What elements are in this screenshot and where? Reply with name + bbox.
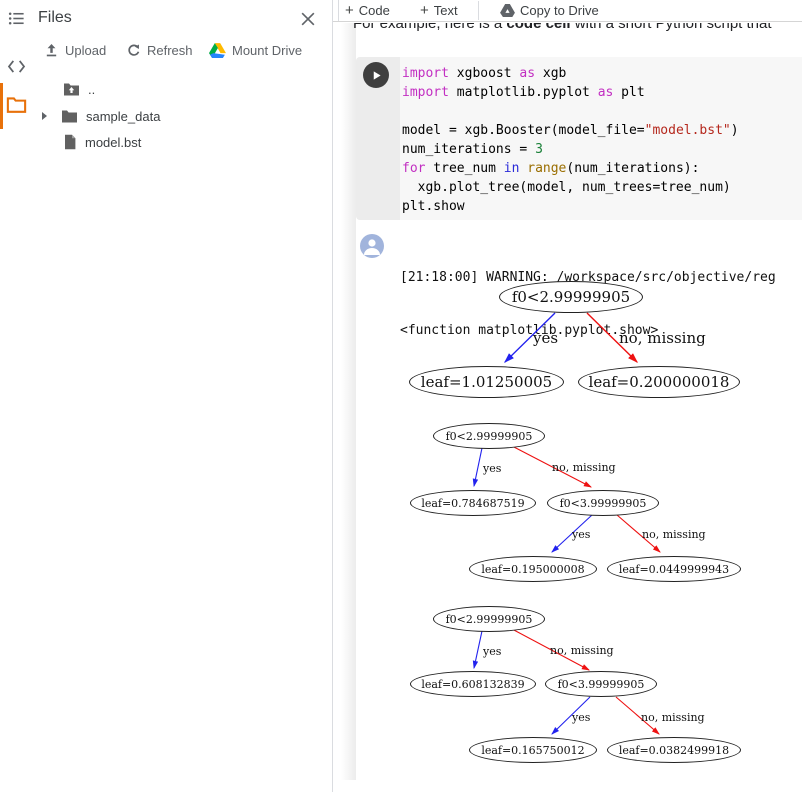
files-icon-active[interactable] [6, 95, 27, 114]
markdown-text-clipped: For example, here is a code cell with a … [353, 23, 802, 40]
toolbar-left-border [338, 0, 339, 21]
file-row-sample-data[interactable]: sample_data [42, 105, 160, 127]
tree1-no-label: no, missing [619, 329, 706, 347]
tree3-split-node: f0<3.99999905 [545, 671, 657, 697]
tree3-yes2-label: yes [572, 711, 590, 724]
tree2-no-leaf2: leaf=0.0449999943 [607, 556, 741, 582]
tree2-yes2-label: yes [572, 528, 590, 541]
play-icon [371, 70, 382, 81]
add-code-label: Code [359, 3, 390, 18]
tree3-yes-leaf2: leaf=0.165750012 [469, 737, 597, 763]
close-icon[interactable] [298, 9, 318, 29]
output-line-function: <function matplotlib.pyplot.show> [400, 322, 802, 340]
add-code-button[interactable]: + Code [345, 0, 390, 21]
plus-icon: + [420, 3, 429, 18]
expand-caret-icon[interactable] [42, 112, 47, 120]
code-editor[interactable]: import xgboost as xgbimport matplotlib.p… [402, 64, 802, 220]
active-tab-indicator [0, 83, 3, 129]
drive-gray-icon [500, 4, 515, 17]
file-row-model-bst[interactable]: model.bst [63, 131, 141, 153]
add-text-button[interactable]: + Text [420, 0, 458, 21]
refresh-button[interactable]: Refresh [126, 41, 193, 59]
intro-post: with a short Python script that [571, 23, 772, 32]
tree3-no2-label: no, missing [641, 711, 705, 724]
sample-data-label: sample_data [86, 109, 160, 124]
tree1-yes-label: yes [533, 329, 558, 347]
file-icon [63, 134, 77, 150]
tree3-no-leaf2: leaf=0.0382499918 [607, 737, 741, 763]
run-cell-button[interactable] [363, 62, 389, 88]
plus-icon: + [345, 3, 354, 18]
pane-left-shadow [341, 23, 356, 780]
mount-drive-button[interactable]: Mount Drive [209, 41, 302, 59]
code-cell[interactable]: import xgboost as xgbimport matplotlib.p… [356, 57, 802, 220]
tree2-split-node: f0<3.99999905 [547, 490, 659, 516]
intro-bold: code cell [506, 23, 570, 32]
copy-to-drive-label: Copy to Drive [520, 3, 599, 18]
folder-icon [61, 109, 78, 124]
intro-pre: For example, here is a [353, 23, 506, 32]
upload-icon [44, 43, 59, 58]
notebook-pane: + Code + Text Copy to Drive For example,… [333, 0, 802, 792]
toolbar-separator [478, 1, 479, 20]
model-bst-label: model.bst [85, 135, 141, 150]
refresh-icon [126, 43, 141, 58]
tree1-root-node: f0<2.99999905 [499, 281, 643, 313]
drive-icon [209, 43, 226, 58]
tree2-yes-leaf: leaf=0.784687519 [410, 490, 536, 516]
upload-button[interactable]: Upload [44, 41, 106, 59]
refresh-label: Refresh [147, 43, 193, 58]
tree1-yes-leaf: leaf=1.01250005 [409, 366, 564, 398]
code-snippets-icon[interactable] [7, 57, 26, 76]
add-text-label: Text [434, 3, 458, 18]
tree3-yes-label: yes [483, 645, 501, 658]
notebook-toolbar: + Code + Text Copy to Drive [333, 0, 802, 22]
tree3-yes-leaf: leaf=0.608132839 [410, 671, 536, 697]
folder-up-icon [63, 82, 80, 97]
tree1-no-leaf: leaf=0.200000018 [578, 366, 740, 398]
copy-to-drive-button[interactable]: Copy to Drive [500, 0, 599, 21]
tree2-root-node: f0<2.99999905 [433, 423, 545, 449]
tree3-no-label: no, missing [550, 644, 614, 657]
tree2-no2-label: no, missing [642, 528, 706, 541]
tree2-yes-leaf2: leaf=0.195000008 [469, 556, 597, 582]
tree2-yes-label: yes [483, 462, 501, 475]
tree2-no-label: no, missing [552, 461, 616, 474]
upload-label: Upload [65, 43, 106, 58]
file-row-parent-dir[interactable]: .. [63, 78, 95, 100]
mount-drive-label: Mount Drive [232, 43, 302, 58]
cell-gutter [356, 57, 400, 220]
parent-dir-label: .. [88, 82, 95, 97]
files-panel-title: Files [38, 9, 72, 27]
table-of-contents-icon[interactable] [7, 9, 26, 28]
tree3-root-node: f0<2.99999905 [433, 606, 545, 632]
executed-by-avatar [360, 234, 384, 258]
